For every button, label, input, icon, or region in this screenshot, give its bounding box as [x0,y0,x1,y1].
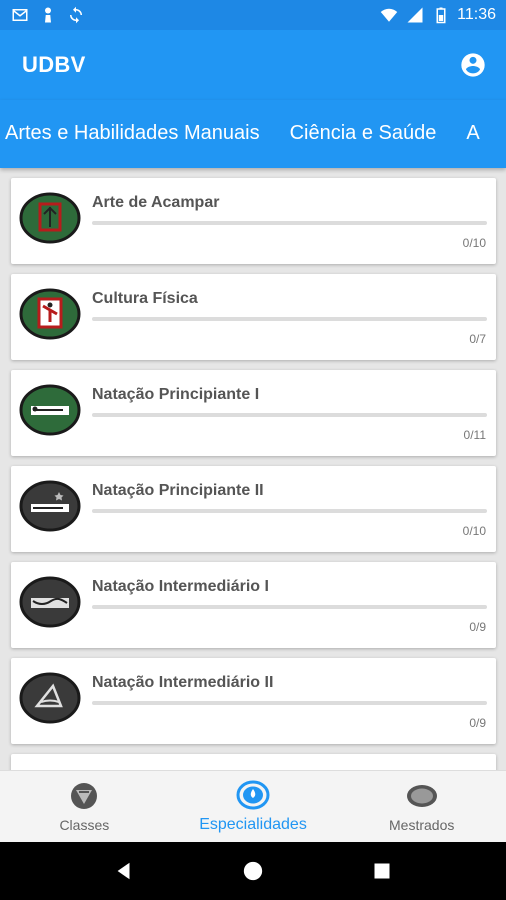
battery-icon [431,6,451,24]
specialty-card[interactable]: Natação Principiante II 0/10 [11,466,496,552]
app-title: UDBV [22,52,86,77]
tab-artes-habilidades-manuais[interactable]: Artes e Habilidades Manuais [5,122,260,147]
specialty-name: Natação Principiante II [92,482,264,499]
specialty-progress [92,413,487,417]
specialty-progress [92,605,487,609]
specialty-progress [92,221,487,225]
signal-icon [405,6,425,24]
sync-icon [66,6,86,24]
back-icon[interactable] [104,851,144,891]
specialty-count: 0/7 [469,332,486,346]
specialty-progress [92,701,487,705]
specialty-name: Natação Principiante I [92,386,260,403]
bottom-navigation: Classes Especialidades Mestrados [0,770,506,842]
specialty-card[interactable]: Arte de Acampar 0/10 [11,178,496,264]
specialty-count: 0/9 [469,716,486,730]
recents-icon[interactable] [362,851,402,891]
status-bar: 11:36 [0,0,506,30]
status-left-icons [10,6,86,24]
shield-icon [67,781,101,811]
status-right-icons: 11:36 [379,6,496,24]
home-icon[interactable] [233,851,273,891]
nav-mestrados-label: Mestrados [389,816,455,833]
swimming-beginner-2-badge-icon [19,480,81,532]
tab-next[interactable]: A [466,122,479,147]
nav-mestrados[interactable]: Mestrados [337,771,506,842]
physical-culture-badge-icon [19,288,81,340]
specialty-card-partial[interactable] [11,754,496,770]
mail-icon [10,6,30,24]
oval-badge-icon [405,781,439,811]
camping-badge-icon [19,192,81,244]
category-tabs: Artes e Habilidades Manuais Ciência e Sa… [0,100,506,168]
specialty-card[interactable]: Natação Intermediário I 0/9 [11,562,496,648]
badge-icon [236,780,270,810]
specialty-card[interactable]: Natação Intermediário II 0/9 [11,658,496,744]
swimming-beginner-1-badge-icon [19,384,81,436]
specialty-count: 0/11 [463,428,486,442]
system-navigation-bar [0,842,506,900]
specialty-name: Natação Intermediário II [92,674,274,691]
specialty-card[interactable]: Natação Principiante I 0/11 [11,370,496,456]
tab-ciencia-saude[interactable]: Ciência e Saúde [290,122,437,147]
specialty-count: 0/10 [462,236,486,250]
nav-classes-label: Classes [59,816,110,833]
specialty-card[interactable]: Cultura Física 0/7 [11,274,496,360]
wifi-icon [379,6,399,24]
pawn-icon [38,6,58,24]
swimming-intermediate-2-badge-icon [19,672,81,724]
specialty-count: 0/9 [469,620,486,634]
app-bar: UDBV [0,30,506,100]
specialty-count: 0/10 [462,524,486,538]
specialty-name: Natação Intermediário I [92,578,269,595]
status-time: 11:36 [457,6,496,23]
specialty-progress [92,317,487,321]
nav-especialidades[interactable]: Especialidades [169,771,338,842]
nav-especialidades-label: Especialidades [199,815,307,833]
swimming-intermediate-1-badge-icon [19,576,81,628]
specialty-name: Cultura Física [92,290,198,307]
account-circle-icon[interactable] [458,50,488,80]
specialty-name: Arte de Acampar [92,194,220,211]
specialty-progress [92,509,487,513]
nav-classes[interactable]: Classes [0,771,169,842]
specialty-list[interactable]: Arte de Acampar 0/10 Cultura Física 0/7 … [0,168,506,770]
